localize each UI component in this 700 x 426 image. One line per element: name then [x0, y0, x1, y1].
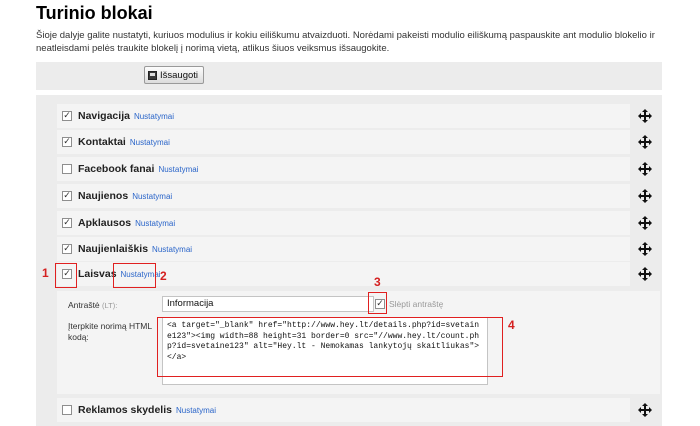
save-icon [148, 70, 157, 80]
settings-link[interactable]: Nustatymai [158, 165, 198, 174]
module-name: Kontaktai [78, 136, 126, 148]
module-row-navigacija[interactable]: ✓ Navigacija Nustatymai [57, 104, 660, 128]
annotation-number-4: 4 [508, 318, 515, 332]
module-name: Laisvas [78, 268, 117, 280]
annotation-box-settings [113, 263, 156, 288]
settings-link[interactable]: Nustatymai [152, 245, 192, 254]
move-arrows-icon[interactable] [630, 104, 660, 128]
module-name: Naujienlaiškis [78, 243, 149, 255]
html-field-label: Įterpkite norimą HTML kodą: [68, 321, 152, 342]
hide-title-label: Slėpti antraštę [389, 299, 444, 309]
module-row-kontaktai[interactable]: ✓ Kontaktai Nustatymai [57, 130, 660, 154]
module-name: Reklamos skydelis [78, 404, 172, 416]
annotation-number-1: 1 [42, 266, 49, 280]
module-name: Apklausos [78, 217, 132, 229]
settings-link[interactable]: Nustatymai [176, 406, 216, 415]
module-checkbox[interactable] [62, 405, 72, 415]
move-arrows-icon[interactable] [630, 211, 660, 235]
module-row-facebook-fanai[interactable]: Facebook fanai Nustatymai [57, 157, 660, 181]
title-input[interactable]: Informacija [162, 296, 374, 312]
settings-link[interactable]: Nustatymai [130, 138, 170, 147]
module-row-reklamos-skydelis[interactable]: Reklamos skydelis Nustatymai [57, 398, 660, 422]
save-toolbar: Išsaugoti [36, 62, 662, 90]
settings-link[interactable]: Nustatymai [135, 219, 175, 228]
move-arrows-icon[interactable] [630, 157, 660, 181]
move-arrows-icon[interactable] [630, 130, 660, 154]
module-name: Navigacija [78, 110, 130, 122]
title-field-label: Antraštė (LT): [68, 300, 118, 310]
module-row-naujienos[interactable]: ✓ Naujienos Nustatymai [57, 184, 660, 208]
module-checkbox[interactable]: ✓ [62, 137, 72, 147]
module-checkbox[interactable]: ✓ [62, 218, 72, 228]
module-name: Facebook fanai [78, 163, 155, 175]
module-checkbox[interactable]: ✓ [62, 111, 72, 121]
annotation-box-html [157, 317, 503, 377]
move-arrows-icon[interactable] [630, 237, 660, 261]
module-row-naujienlaiskis[interactable]: ✓ Naujienlaiškis Nustatymai [57, 237, 660, 261]
module-checkbox[interactable]: ✓ [62, 191, 72, 201]
module-name: Naujienos [78, 190, 129, 202]
move-arrows-icon[interactable] [630, 184, 660, 208]
move-arrows-icon[interactable] [630, 398, 660, 422]
settings-link[interactable]: Nustatymai [134, 112, 174, 121]
annotation-box-hide [368, 292, 387, 314]
save-button-label: Išsaugoti [160, 69, 199, 81]
move-arrows-icon[interactable] [630, 262, 660, 286]
page-description: Šioje dalyje galite nustatyti, kuriuos m… [36, 30, 655, 54]
save-button[interactable]: Išsaugoti [144, 66, 204, 84]
annotation-box-checkbox [55, 263, 77, 288]
module-checkbox[interactable] [62, 164, 72, 174]
annotation-number-3: 3 [374, 275, 381, 289]
settings-link[interactable]: Nustatymai [132, 192, 172, 201]
module-row-apklausos[interactable]: ✓ Apklausos Nustatymai [57, 211, 660, 235]
annotation-number-2: 2 [160, 269, 167, 283]
module-checkbox[interactable]: ✓ [62, 244, 72, 254]
page-title: Turinio blokai [36, 3, 153, 23]
